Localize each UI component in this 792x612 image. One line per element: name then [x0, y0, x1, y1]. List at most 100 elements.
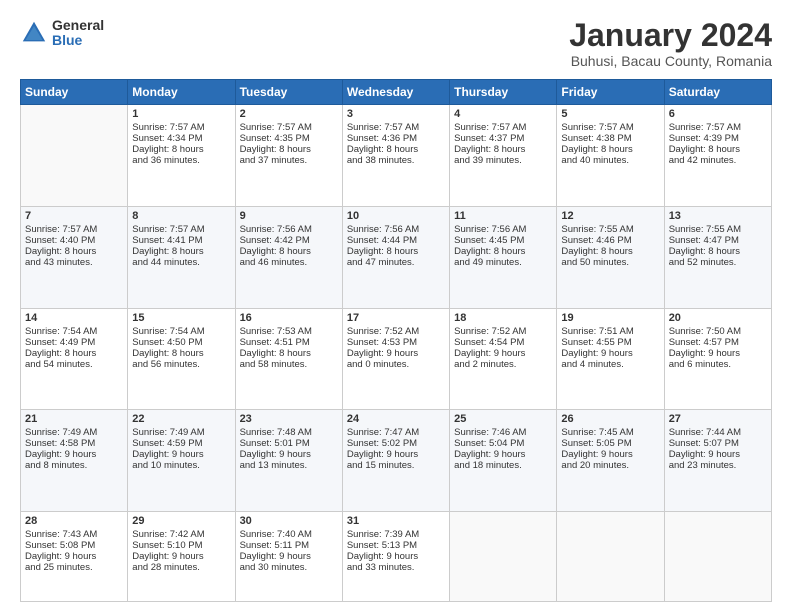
calendar-cell: 20 Sunrise: 7:50 AMSunset: 4:57 PMDayligh…: [664, 308, 771, 410]
cell-line: and 6 minutes.: [669, 359, 767, 370]
cell-line: and 46 minutes.: [240, 257, 338, 268]
day-number: 21: [25, 413, 123, 425]
calendar-day-header: Monday: [128, 80, 235, 105]
calendar-day-header: Sunday: [21, 80, 128, 105]
cell-line: and 28 minutes.: [132, 562, 230, 573]
cell-line: and 50 minutes.: [561, 257, 659, 268]
cell-line: and 33 minutes.: [347, 562, 445, 573]
cell-line: Daylight: 8 hours: [561, 246, 659, 257]
cell-line: Sunrise: 7:57 AM: [669, 122, 767, 133]
cell-line: Sunrise: 7:40 AM: [240, 529, 338, 540]
cell-line: Sunset: 4:59 PM: [132, 438, 230, 449]
cell-line: Daylight: 9 hours: [240, 551, 338, 562]
cell-line: and 42 minutes.: [669, 155, 767, 166]
cell-line: Sunset: 4:51 PM: [240, 337, 338, 348]
calendar-cell: 22Sunrise: 7:49 AMSunset: 4:59 PMDayligh…: [128, 410, 235, 512]
cell-line: Sunrise: 7:57 AM: [132, 122, 230, 133]
cell-line: Sunrise: 7:56 AM: [454, 224, 552, 235]
cell-line: Daylight: 8 hours: [132, 246, 230, 257]
cell-line: and 10 minutes.: [132, 460, 230, 471]
cell-line: Sunrise: 7:55 AM: [669, 224, 767, 235]
cell-line: Sunrise: 7:52 AM: [454, 326, 552, 337]
calendar-cell: 6Sunrise: 7:57 AMSunset: 4:39 PMDaylight…: [664, 105, 771, 207]
page: General Blue January 2024 Buhusi, Bacau …: [0, 0, 792, 612]
cell-line: Sunset: 4:57 PM: [669, 337, 767, 348]
cell-line: Sunset: 4:54 PM: [454, 337, 552, 348]
calendar-cell: 8Sunrise: 7:57 AMSunset: 4:41 PMDaylight…: [128, 206, 235, 308]
cell-line: and 36 minutes.: [132, 155, 230, 166]
cell-line: Sunrise: 7:44 AM: [669, 427, 767, 438]
day-number: 30: [240, 515, 338, 527]
cell-line: Daylight: 8 hours: [25, 348, 123, 359]
calendar-day-header: Thursday: [450, 80, 557, 105]
calendar-cell: [664, 511, 771, 601]
cell-line: Sunset: 4:42 PM: [240, 235, 338, 246]
day-number: 25: [454, 413, 552, 425]
cell-line: and 39 minutes.: [454, 155, 552, 166]
day-number: 23: [240, 413, 338, 425]
cell-line: Sunrise: 7:57 AM: [240, 122, 338, 133]
calendar-cell: 13Sunrise: 7:55 AMSunset: 4:47 PMDayligh…: [664, 206, 771, 308]
day-number: 4: [454, 108, 552, 120]
cell-line: Sunrise: 7:45 AM: [561, 427, 659, 438]
cell-line: Daylight: 8 hours: [240, 348, 338, 359]
cell-line: and 23 minutes.: [669, 460, 767, 471]
calendar-cell: 31Sunrise: 7:39 AMSunset: 5:13 PMDayligh…: [342, 511, 449, 601]
calendar-table: SundayMondayTuesdayWednesdayThursdayFrid…: [20, 79, 772, 602]
cell-line: and 18 minutes.: [454, 460, 552, 471]
cell-line: Sunset: 5:08 PM: [25, 540, 123, 551]
cell-line: Daylight: 9 hours: [454, 348, 552, 359]
cell-line: Daylight: 9 hours: [25, 449, 123, 460]
day-number: 6: [669, 108, 767, 120]
cell-line: Daylight: 8 hours: [454, 144, 552, 155]
day-number: 31: [347, 515, 445, 527]
calendar-day-header: Friday: [557, 80, 664, 105]
cell-line: Sunrise: 7:54 AM: [132, 326, 230, 337]
calendar-cell: 30 Sunrise: 7:40 AMSunset: 5:11 PMDayligh…: [235, 511, 342, 601]
cell-line: Daylight: 8 hours: [240, 144, 338, 155]
day-number: 26: [561, 413, 659, 425]
day-number: 22: [132, 413, 230, 425]
day-number: 20: [669, 312, 767, 324]
calendar-cell: 15Sunrise: 7:54 AMSunset: 4:50 PMDayligh…: [128, 308, 235, 410]
cell-line: Daylight: 9 hours: [132, 551, 230, 562]
cell-line: and 30 minutes.: [240, 562, 338, 573]
cell-line: Sunrise: 7:39 AM: [347, 529, 445, 540]
cell-line: and 20 minutes.: [561, 460, 659, 471]
day-number: 28: [25, 515, 123, 527]
calendar-cell: 16Sunrise: 7:53 AMSunset: 4:51 PMDayligh…: [235, 308, 342, 410]
calendar-cell: 7Sunrise: 7:57 AMSunset: 4:40 PMDaylight…: [21, 206, 128, 308]
cell-line: and 54 minutes.: [25, 359, 123, 370]
cell-line: Daylight: 9 hours: [669, 348, 767, 359]
cell-line: Sunset: 4:49 PM: [25, 337, 123, 348]
cell-line: and 4 minutes.: [561, 359, 659, 370]
cell-line: Daylight: 9 hours: [454, 449, 552, 460]
cell-line: Sunset: 4:34 PM: [132, 133, 230, 144]
cell-line: Sunrise: 7:49 AM: [25, 427, 123, 438]
cell-line: Sunrise: 7:50 AM: [669, 326, 767, 337]
calendar-cell: [21, 105, 128, 207]
cell-line: Sunrise: 7:55 AM: [561, 224, 659, 235]
cell-line: and 8 minutes.: [25, 460, 123, 471]
cell-line: and 52 minutes.: [669, 257, 767, 268]
cell-line: Sunset: 4:40 PM: [25, 235, 123, 246]
calendar-cell: 2Sunrise: 7:57 AMSunset: 4:35 PMDaylight…: [235, 105, 342, 207]
cell-line: Sunset: 4:58 PM: [25, 438, 123, 449]
cell-line: and 49 minutes.: [454, 257, 552, 268]
day-number: 11: [454, 210, 552, 222]
header: General Blue January 2024 Buhusi, Bacau …: [20, 18, 772, 69]
cell-line: Sunrise: 7:57 AM: [561, 122, 659, 133]
calendar-cell: 11Sunrise: 7:56 AMSunset: 4:45 PMDayligh…: [450, 206, 557, 308]
calendar-cell: 19Sunrise: 7:51 AMSunset: 4:55 PMDayligh…: [557, 308, 664, 410]
day-number: 14: [25, 312, 123, 324]
cell-line: and 0 minutes.: [347, 359, 445, 370]
cell-line: Sunset: 4:35 PM: [240, 133, 338, 144]
calendar-cell: 28Sunrise: 7:43 AMSunset: 5:08 PMDayligh…: [21, 511, 128, 601]
cell-line: Sunset: 5:04 PM: [454, 438, 552, 449]
logo: General Blue: [20, 18, 104, 49]
calendar-day-header: Saturday: [664, 80, 771, 105]
cell-line: and 43 minutes.: [25, 257, 123, 268]
cell-line: Sunset: 5:11 PM: [240, 540, 338, 551]
calendar-cell: 12Sunrise: 7:55 AMSunset: 4:46 PMDayligh…: [557, 206, 664, 308]
cell-line: Daylight: 9 hours: [347, 551, 445, 562]
